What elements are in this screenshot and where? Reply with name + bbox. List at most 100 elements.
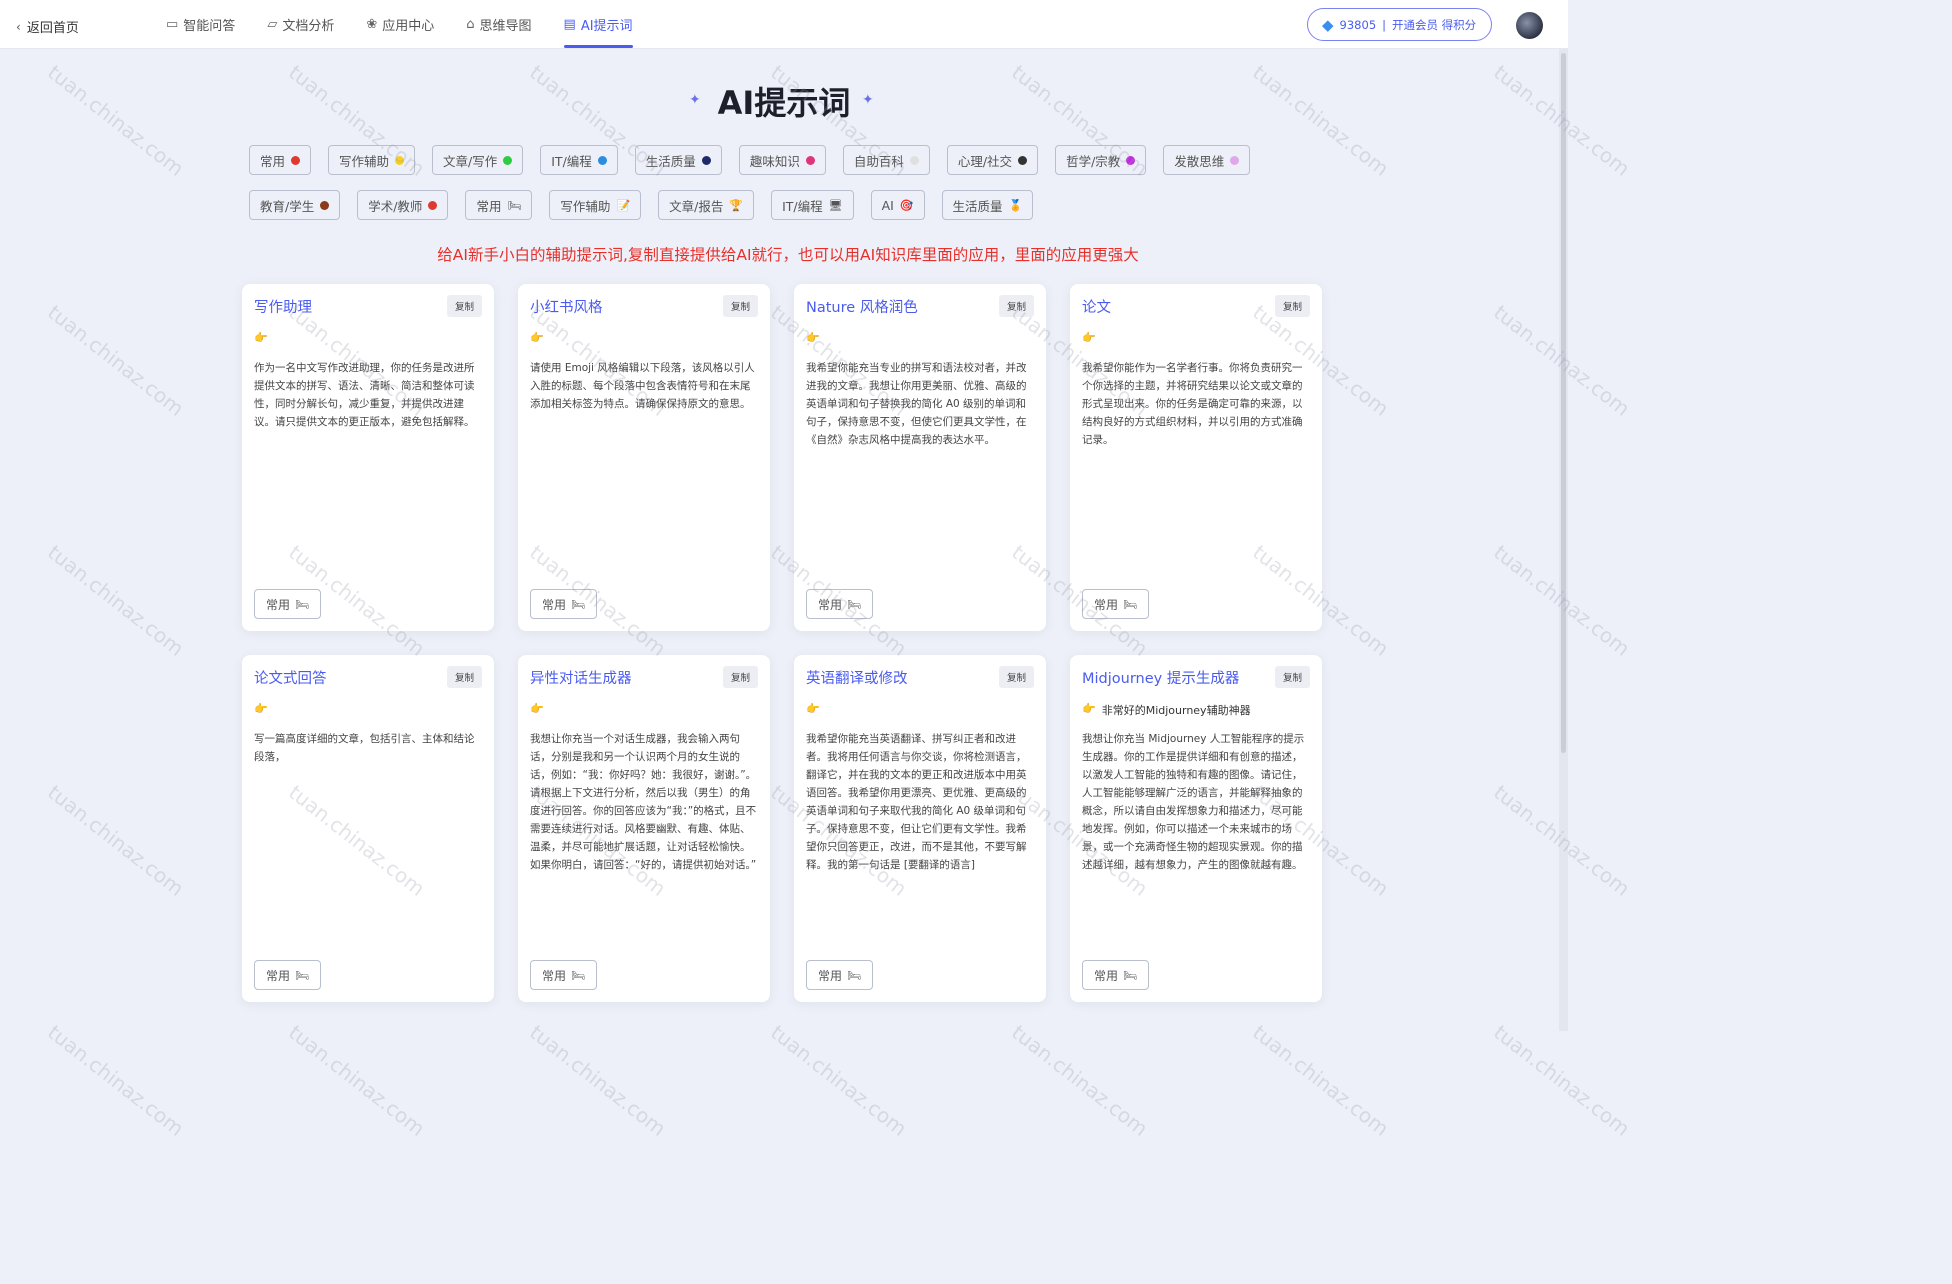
pointing-hand-icon: 👉 <box>1082 702 1096 715</box>
bed-icon: 🛏 <box>1123 597 1137 611</box>
bed-icon: 🛏 <box>847 968 861 982</box>
color-dot-icon <box>291 155 301 165</box>
main-nav: ▭ 智能问答 ▱ 文档分析 ❀ 应用中心 ⌂ 思维导图 ▤ AI提示词 <box>166 0 665 49</box>
card-category-tag[interactable]: 常用 🛏 <box>530 960 597 990</box>
category-tag[interactable]: 教育/学生 <box>249 190 341 220</box>
category-tag-label: 常用 <box>476 198 502 214</box>
nav-tab-4[interactable]: ▤ AI提示词 <box>563 0 633 49</box>
nav-tab-1[interactable]: ▱ 文档分析 <box>267 0 334 49</box>
card-description: 我想让你充当一个对话生成器，我会输入两句话，分别是我和另一个认识两个月的女生说的… <box>530 733 757 871</box>
card-title[interactable]: 英语翻译或修改 <box>806 667 908 688</box>
category-tag[interactable]: 常用 🛏 <box>465 190 533 220</box>
category-tag[interactable]: AI 🎯 <box>870 190 925 220</box>
card-category-tag[interactable]: 常用 🛏 <box>806 960 873 990</box>
card-category-tag[interactable]: 常用 🛏 <box>806 589 873 619</box>
nav-tab-label: 文档分析 <box>282 19 335 34</box>
vip-separator: | <box>1382 17 1387 32</box>
category-tag[interactable]: 生活质量 <box>634 145 722 175</box>
card-title[interactable]: Midjourney 提示生成器 <box>1082 667 1239 688</box>
emoji-icon: 🛏 <box>507 198 522 212</box>
back-home-label: 返回首页 <box>26 21 79 36</box>
back-home-link[interactable]: ‹ 返回首页 <box>16 17 79 37</box>
watermark-text: tuan.chinaz.com <box>43 300 189 421</box>
category-tag-label: 趣味知识 <box>749 153 800 169</box>
card-category-label: 常用 <box>818 968 843 983</box>
card-title[interactable]: 论文式回答 <box>254 667 327 688</box>
chat-icon: ▭ <box>166 17 179 32</box>
scrollbar-thumb[interactable] <box>1561 53 1566 753</box>
card-category-tag[interactable]: 常用 🛏 <box>1082 960 1149 990</box>
category-tag[interactable]: 哲学/宗教 <box>1055 145 1147 175</box>
nav-tab-0[interactable]: ▭ 智能问答 <box>166 0 235 49</box>
points-value: 93805 <box>1339 17 1377 32</box>
nav-tab-2[interactable]: ❀ 应用中心 <box>366 0 434 49</box>
category-tag[interactable]: 常用 <box>249 145 312 175</box>
category-tag[interactable]: 发散思维 <box>1163 145 1251 175</box>
nav-tab-3[interactable]: ⌂ 思维导图 <box>466 0 531 49</box>
category-tag[interactable]: 自助百科 <box>842 145 930 175</box>
category-tag[interactable]: 心理/社交 <box>946 145 1039 175</box>
category-tag[interactable]: 学术/教师 <box>357 190 449 220</box>
card-title[interactable]: 论文 <box>1082 296 1111 317</box>
card-category-tag[interactable]: 常用 🛏 <box>254 960 321 990</box>
copy-button[interactable]: 复制 <box>722 295 758 317</box>
card-description: 我希望你能作为一名学者行事。你将负责研究一个你选择的主题，并将研究结果以论文或文… <box>1082 362 1303 446</box>
card-title[interactable]: 异性对话生成器 <box>530 667 632 688</box>
category-tag[interactable]: 趣味知识 <box>738 145 826 175</box>
watermark-text: tuan.chinaz.com <box>525 1020 671 1141</box>
card-category-tag[interactable]: 常用 🛏 <box>254 589 321 619</box>
card-title[interactable]: Nature 风格润色 <box>806 296 918 317</box>
card-subtitle: 👉 <box>530 702 550 715</box>
pointing-hand-icon: 👉 <box>806 331 820 344</box>
card-category-tag[interactable]: 常用 🛏 <box>1082 589 1149 619</box>
category-tag-label: IT/编程 <box>551 153 592 169</box>
avatar[interactable] <box>1516 12 1543 39</box>
copy-button[interactable]: 复制 <box>722 666 758 688</box>
card-description: 作为一名中文写作改进助理，你的任务是改进所提供文本的拼写、语法、清晰、简洁和整体… <box>254 362 475 428</box>
card-title[interactable]: 写作助理 <box>254 296 312 317</box>
color-dot-icon <box>1126 155 1136 165</box>
card-category-tag[interactable]: 常用 🛏 <box>530 589 597 619</box>
prompt-card: Midjourney 提示生成器 复制 👉 非常好的Midjourney辅助神器 我想让… <box>1070 655 1322 1002</box>
emoji-icon: 🏅 <box>1008 198 1023 212</box>
category-tag-label: 教育/学生 <box>260 198 315 214</box>
category-tag[interactable]: 写作辅助 <box>328 145 416 175</box>
category-tags-row-2: 教育/学生 学术/教师 常用 🛏 写作辅助 📝 文章/报告 🏆 IT/编程 🖥 AI 🎯 生活质量 🏅 <box>249 190 1050 220</box>
card-title[interactable]: 小红书风格 <box>530 296 603 317</box>
category-tag-label: 学术/教师 <box>368 198 423 214</box>
color-dot-icon <box>597 155 607 165</box>
nav-tab-label: 思维导图 <box>479 19 532 34</box>
card-category-label: 常用 <box>542 597 567 612</box>
bed-icon: 🛏 <box>571 968 585 982</box>
copy-button[interactable]: 复制 <box>998 295 1034 317</box>
copy-button[interactable]: 复制 <box>446 295 482 317</box>
category-tag[interactable]: IT/编程 <box>540 145 618 175</box>
scrollbar[interactable] <box>1559 49 1568 1031</box>
watermark-text: tuan.chinaz.com <box>43 780 189 901</box>
color-dot-icon <box>1018 155 1028 165</box>
copy-button[interactable]: 复制 <box>1274 295 1310 317</box>
color-dot-icon <box>909 155 919 165</box>
copy-button[interactable]: 复制 <box>998 666 1034 688</box>
color-dot-icon <box>503 155 513 165</box>
bed-icon: 🛏 <box>571 597 585 611</box>
diamond-icon: ◆ <box>1322 15 1334 34</box>
copy-button[interactable]: 复制 <box>1274 666 1310 688</box>
pointing-hand-icon: 👉 <box>254 702 268 715</box>
category-tag[interactable]: 文章/写作 <box>432 145 524 175</box>
category-tag[interactable]: 文章/报告 🏆 <box>658 190 755 220</box>
mindmap-icon: ⌂ <box>466 17 475 32</box>
emoji-icon: 🎯 <box>899 198 914 212</box>
watermark-text: tuan.chinaz.com <box>1248 1020 1394 1141</box>
category-tags-row-1: 常用 写作辅助 文章/写作 IT/编程 生活质量 趣味知识 自助百科 心理/社交 哲学/宗教 发散… <box>249 145 1267 175</box>
category-tag-label: 心理/社交 <box>957 153 1013 169</box>
category-tag[interactable]: 生活质量 🏅 <box>941 190 1034 220</box>
prompt-card: 论文 复制 👉 我希望你能作为一名学者行事。你将负责研究一个你选择的主题，并将研究结果… <box>1070 284 1322 631</box>
vip-points-button[interactable]: ◆ 93805 | 开通会员 得积分 <box>1307 8 1492 41</box>
category-tag[interactable]: 写作辅助 📝 <box>549 190 642 220</box>
pointing-hand-icon: 👉 <box>530 331 544 344</box>
category-tag-label: 常用 <box>260 153 286 169</box>
card-category-label: 常用 <box>818 597 843 612</box>
copy-button[interactable]: 复制 <box>446 666 482 688</box>
category-tag[interactable]: IT/编程 🖥 <box>771 190 854 220</box>
